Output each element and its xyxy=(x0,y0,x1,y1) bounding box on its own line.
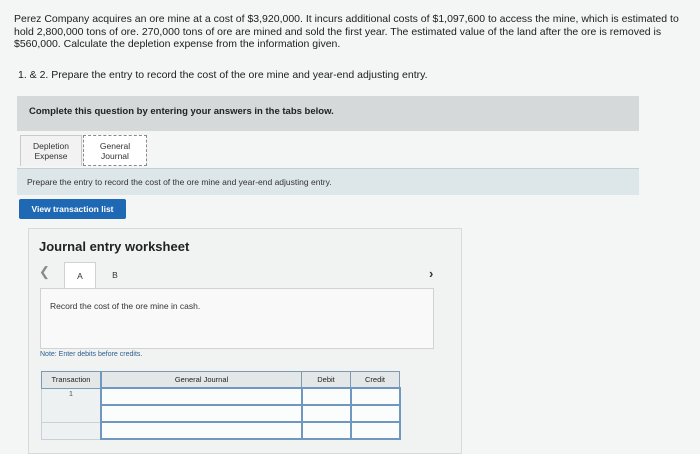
header-credit: Credit xyxy=(350,371,400,389)
tab-depletion-line1: Depletion xyxy=(33,141,69,151)
tab-depletion-expense[interactable]: Depletion Expense xyxy=(20,135,82,166)
prepare-text: Prepare the entry to record the cost of … xyxy=(27,177,332,187)
debit-input[interactable] xyxy=(300,404,352,423)
general-journal-input[interactable] xyxy=(100,404,303,423)
table-row: 1 xyxy=(41,387,401,406)
tab-general-journal[interactable]: General Journal xyxy=(83,135,147,166)
credit-input[interactable] xyxy=(349,404,401,423)
credit-input[interactable] xyxy=(349,421,401,440)
journal-header-row: Transaction General Journal Debit Credit xyxy=(41,371,400,389)
record-instruction-box: Record the cost of the ore mine in cash. xyxy=(40,288,434,349)
journal-table: Transaction General Journal Debit Credit… xyxy=(41,371,401,440)
instruction-text: Complete this question by entering your … xyxy=(29,106,334,117)
prepare-bar: Prepare the entry to record the cost of … xyxy=(17,168,639,195)
worksheet-title: Journal entry worksheet xyxy=(39,239,190,254)
header-debit: Debit xyxy=(301,371,351,389)
general-journal-input[interactable] xyxy=(100,387,303,406)
record-text: Record the cost of the ore mine in cash. xyxy=(50,301,201,311)
problem-statement: Perez Company acquires an ore mine at a … xyxy=(14,13,679,50)
entry-tab-b[interactable]: B xyxy=(99,262,131,288)
tab-general-line1: General xyxy=(99,140,131,151)
transaction-cell xyxy=(41,422,102,440)
chevron-left-icon[interactable]: ❮ xyxy=(39,264,50,280)
entry-tab-a[interactable]: A xyxy=(64,262,96,288)
header-transaction: Transaction xyxy=(41,371,102,389)
header-general-journal: General Journal xyxy=(100,371,302,389)
debit-credit-note: Note: Enter debits before credits. xyxy=(40,351,143,358)
debit-input[interactable] xyxy=(300,421,352,440)
transaction-number: 1 xyxy=(41,387,102,405)
view-transaction-list-button[interactable]: View transaction list xyxy=(19,199,126,219)
general-journal-input[interactable] xyxy=(100,421,303,440)
tab-general-line2: Journal xyxy=(101,150,129,161)
tab-depletion-line2: Expense xyxy=(34,151,68,161)
credit-input[interactable] xyxy=(349,387,401,406)
table-row xyxy=(41,404,401,423)
debit-input[interactable] xyxy=(300,387,352,406)
table-row xyxy=(41,421,401,440)
instruction-bar: Complete this question by entering your … xyxy=(17,96,639,131)
chevron-right-icon[interactable]: › xyxy=(429,266,433,281)
question-prompt: 1. & 2. Prepare the entry to record the … xyxy=(18,69,428,81)
transaction-cell xyxy=(41,405,102,423)
